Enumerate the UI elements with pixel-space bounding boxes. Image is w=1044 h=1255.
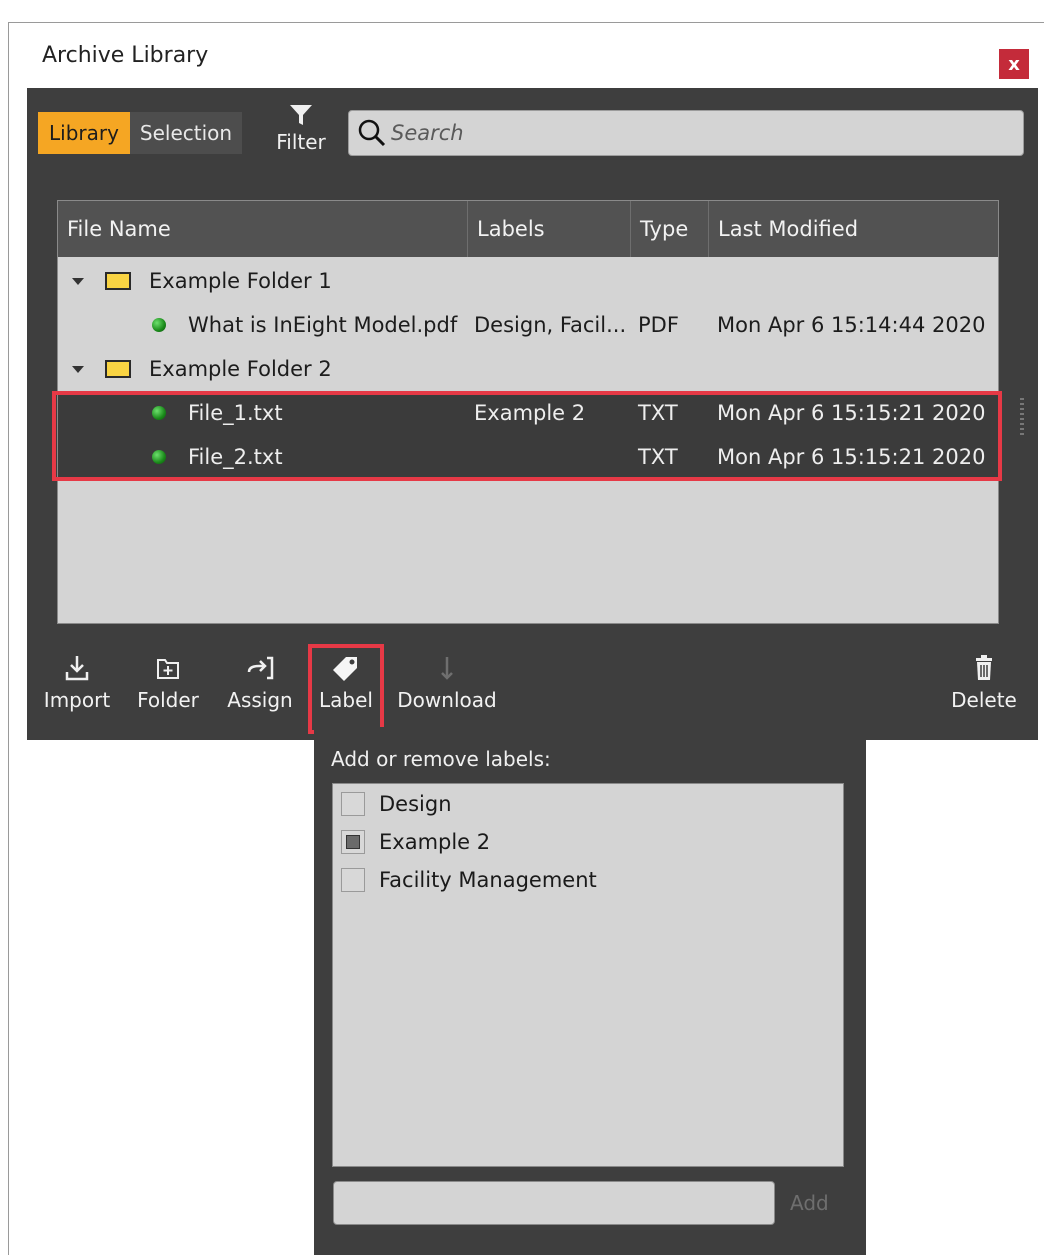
folder-icon bbox=[105, 360, 131, 378]
file-modified: Mon Apr 6 15:15:21 2020 bbox=[717, 401, 986, 425]
folder-label: Folder bbox=[137, 688, 199, 712]
window-title: Archive Library bbox=[42, 43, 209, 68]
search-icon bbox=[358, 119, 386, 147]
filter-label: Filter bbox=[276, 130, 326, 154]
file-modified: Mon Apr 6 15:14:44 2020 bbox=[717, 313, 986, 337]
folder-row[interactable]: Example Folder 1 bbox=[58, 259, 998, 303]
column-labels[interactable]: Labels bbox=[468, 201, 631, 257]
column-file-name[interactable]: File Name bbox=[58, 201, 468, 257]
file-labels: Example 2 bbox=[474, 401, 586, 425]
table-row[interactable]: File_2.txt TXT Mon Apr 6 15:15:21 2020 bbox=[58, 435, 998, 479]
search-input[interactable] bbox=[387, 120, 993, 146]
new-folder-icon bbox=[157, 659, 179, 679]
delete-button[interactable]: Delete bbox=[948, 654, 1020, 712]
label-label: Label bbox=[319, 688, 373, 712]
table-header: File Name Labels Type Last Modified bbox=[58, 201, 998, 257]
folder-button[interactable]: Folder bbox=[134, 654, 202, 712]
search-box[interactable] bbox=[348, 110, 1024, 156]
label-popup: Add or remove labels: Design Example 2 F… bbox=[314, 727, 866, 1255]
file-modified: Mon Apr 6 15:15:21 2020 bbox=[717, 445, 986, 469]
file-type: PDF bbox=[638, 313, 679, 337]
file-name: File_2.txt bbox=[188, 445, 283, 469]
import-button[interactable]: Import bbox=[40, 654, 114, 712]
column-last-modified[interactable]: Last Modified bbox=[709, 201, 998, 257]
file-name: File_1.txt bbox=[188, 401, 283, 425]
new-label-input[interactable] bbox=[334, 1182, 778, 1226]
file-table: File Name Labels Type Last Modified Exam… bbox=[57, 200, 999, 624]
label-item-text: Example 2 bbox=[379, 830, 491, 854]
label-item-example-2[interactable]: Example 2 bbox=[341, 826, 490, 858]
label-checkbox[interactable] bbox=[341, 830, 365, 854]
filter-icon bbox=[290, 105, 312, 125]
import-label: Import bbox=[43, 688, 111, 712]
tab-library[interactable]: Library bbox=[38, 112, 130, 154]
label-checkbox[interactable] bbox=[341, 792, 365, 816]
import-icon bbox=[65, 656, 89, 681]
label-item-facility-management[interactable]: Facility Management bbox=[341, 864, 597, 896]
add-label-button[interactable]: Add bbox=[790, 1191, 829, 1215]
folder-name: Example Folder 1 bbox=[149, 269, 332, 293]
file-name: What is InEight Model.pdf bbox=[188, 313, 458, 337]
assign-icon bbox=[247, 656, 274, 680]
trash-icon bbox=[976, 655, 992, 680]
popup-title: Add or remove labels: bbox=[331, 747, 551, 771]
folder-row[interactable]: Example Folder 2 bbox=[58, 347, 998, 391]
download-button[interactable]: Download bbox=[396, 654, 498, 712]
label-checkbox[interactable] bbox=[341, 868, 365, 892]
expand-caret-icon[interactable] bbox=[72, 365, 84, 373]
close-button[interactable]: x bbox=[999, 49, 1029, 79]
new-label-field[interactable] bbox=[333, 1181, 778, 1226]
file-labels: Design, Facil... bbox=[474, 313, 627, 337]
assign-button[interactable]: Assign bbox=[224, 654, 296, 712]
table-row[interactable]: File_1.txt Example 2 TXT Mon Apr 6 15:15… bbox=[58, 391, 998, 435]
file-type: TXT bbox=[638, 445, 678, 469]
label-item-text: Design bbox=[379, 792, 452, 816]
view-tabs: Library Selection bbox=[38, 112, 242, 154]
expand-caret-icon[interactable] bbox=[72, 277, 84, 285]
tab-selection[interactable]: Selection bbox=[130, 112, 242, 154]
assign-label: Assign bbox=[227, 688, 293, 712]
status-dot-icon bbox=[152, 450, 166, 464]
status-dot-icon bbox=[152, 406, 166, 420]
label-list: Design Example 2 Facility Management bbox=[332, 783, 844, 1167]
download-icon bbox=[441, 657, 453, 680]
download-label: Download bbox=[397, 688, 497, 712]
label-item-design[interactable]: Design bbox=[341, 788, 452, 820]
table-row[interactable]: What is InEight Model.pdf Design, Facil.… bbox=[58, 303, 998, 347]
label-item-text: Facility Management bbox=[379, 868, 597, 892]
status-dot-icon bbox=[152, 318, 166, 332]
tag-icon bbox=[333, 657, 357, 681]
file-type: TXT bbox=[638, 401, 678, 425]
resize-handle[interactable] bbox=[1020, 398, 1024, 438]
filter-button[interactable]: Filter bbox=[272, 102, 330, 154]
folder-icon bbox=[105, 272, 131, 290]
label-button[interactable]: Label bbox=[312, 654, 380, 712]
folder-name: Example Folder 2 bbox=[149, 357, 332, 381]
title-bar: Archive Library x bbox=[9, 23, 1044, 88]
column-type[interactable]: Type bbox=[631, 201, 709, 257]
delete-label: Delete bbox=[951, 688, 1017, 712]
